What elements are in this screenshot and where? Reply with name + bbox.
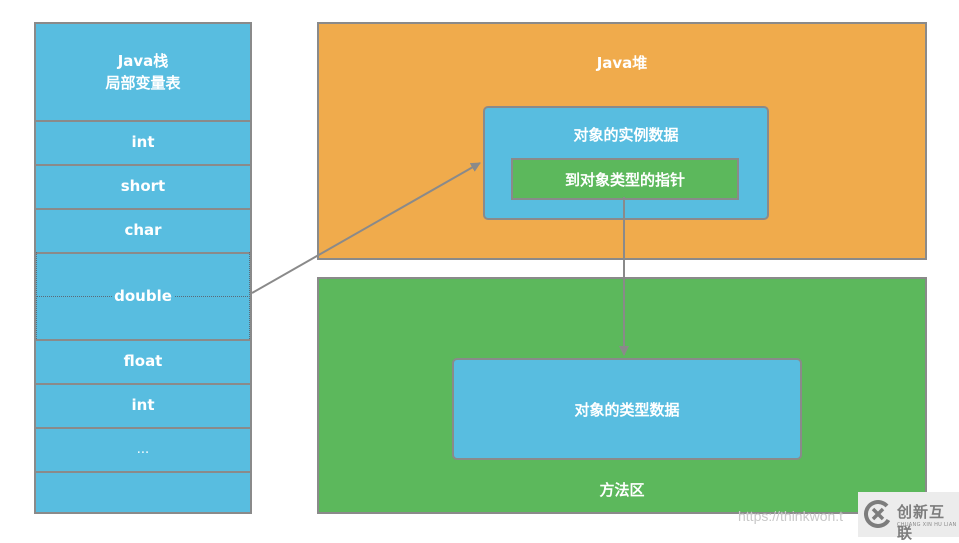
type-data-label: 对象的类型数据	[574, 400, 680, 419]
stack-header: Java栈 局部变量表	[36, 24, 250, 122]
type-pointer-box: 到对象类型的指针	[511, 158, 739, 200]
stack-header-subtitle: 局部变量表	[105, 74, 181, 92]
object-type-data-box: 对象的类型数据	[452, 358, 802, 460]
instance-data-title: 对象的实例数据	[573, 126, 679, 144]
watermark-url: https://thinkwon.t	[738, 508, 844, 524]
stack-slot-label: double	[112, 286, 174, 305]
stack-slot-label: int	[131, 396, 155, 414]
stack-slot-double: double	[36, 252, 250, 341]
stack-slot-label: int	[131, 133, 155, 151]
object-instance-data-box: 对象的实例数据 到对象类型的指针	[483, 106, 769, 220]
stack-slot-short: short	[36, 164, 250, 210]
stack-slot-char: char	[36, 208, 250, 254]
stack-slot-empty	[36, 471, 250, 512]
stack-slot-int-2: int	[36, 383, 250, 429]
java-heap: Java堆 对象的实例数据 到对象类型的指针	[317, 22, 927, 260]
stack-slot-label: float	[123, 352, 163, 370]
stack-slot-int: int	[36, 120, 250, 166]
type-pointer-label: 到对象类型的指针	[564, 170, 685, 189]
method-area-title: 方法区	[599, 481, 645, 499]
logo-c-icon	[864, 500, 892, 528]
stack-header-title: Java栈	[117, 52, 169, 70]
stack-slot-label: ...	[136, 441, 150, 457]
heap-title: Java堆	[596, 54, 648, 72]
method-area: 对象的类型数据 方法区	[317, 277, 927, 514]
stack-slot-label: short	[120, 177, 166, 195]
watermark-logo: 创新互联 CHUANG XIN HU LIAN	[858, 492, 959, 542]
java-stack-local-variable-table: Java栈 局部变量表 int short char double float …	[34, 22, 252, 514]
stack-slot-ellipsis: ...	[36, 427, 250, 473]
stack-slot-float: float	[36, 339, 250, 385]
logo-subtitle: CHUANG XIN HU LIAN	[897, 522, 957, 528]
stack-slot-label: char	[124, 221, 162, 239]
